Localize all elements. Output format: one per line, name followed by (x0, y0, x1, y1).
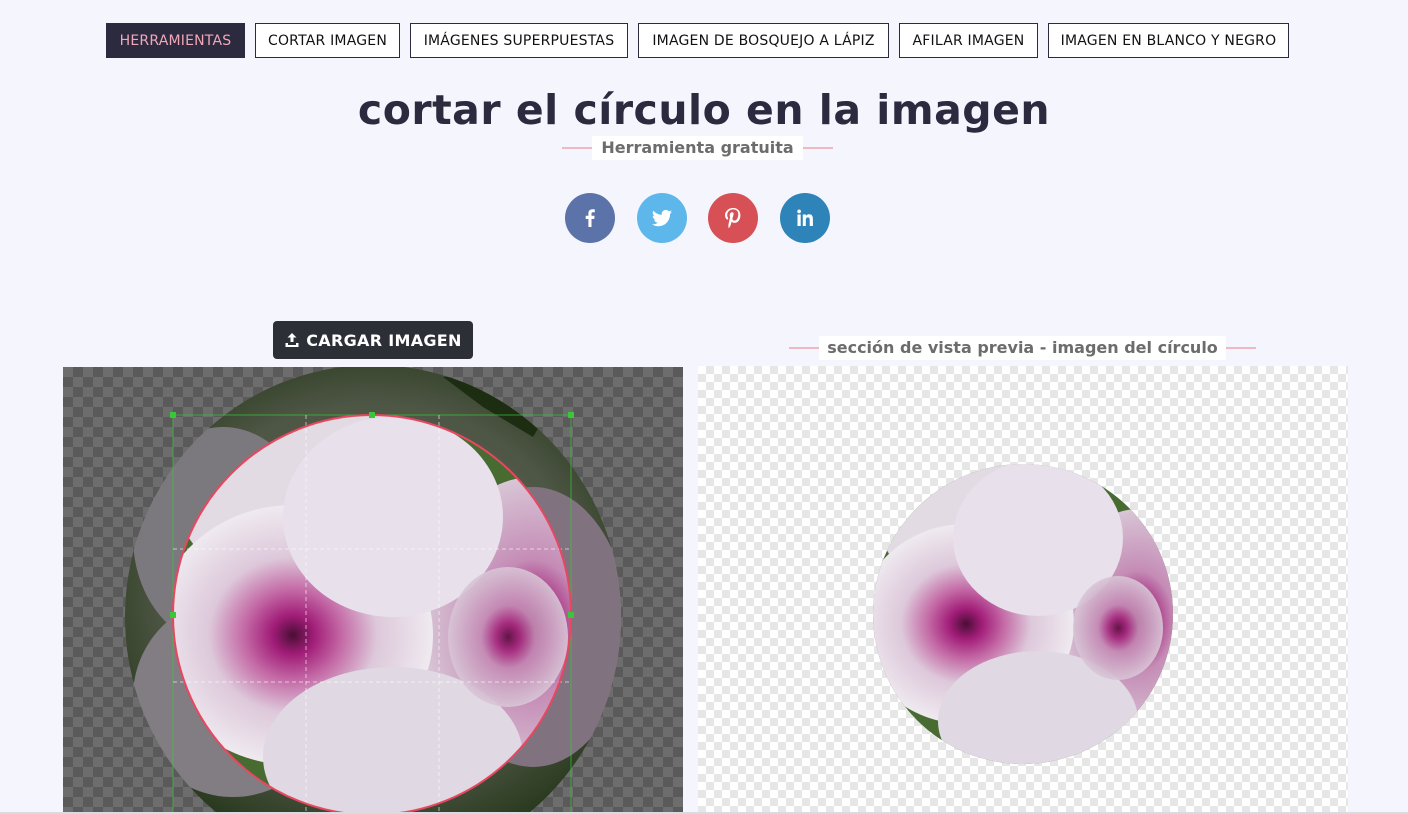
pinterest-share-button[interactable] (708, 193, 758, 243)
preview-heading: sección de vista previa - imagen del cír… (819, 336, 1226, 360)
preview-heading-group: sección de vista previa - imagen del cír… (789, 336, 1256, 360)
facebook-icon (585, 209, 595, 227)
crop-editor-canvas[interactable] (63, 367, 683, 814)
nav-bosquejo-lapiz[interactable]: IMAGEN DE BOSQUEJO A LÁPIZ (638, 23, 889, 58)
nav-imagenes-superpuestas[interactable]: IMÁGENES SUPERPUESTAS (410, 23, 628, 58)
facebook-share-button[interactable] (565, 193, 615, 243)
preview-panel (698, 366, 1348, 814)
nav-cortar-imagen[interactable]: CORTAR IMAGEN (255, 23, 400, 58)
twitter-share-button[interactable] (637, 193, 687, 243)
upload-button-label: CARGAR IMAGEN (306, 330, 462, 350)
page-subtitle: Herramienta gratuita (592, 136, 803, 160)
crop-handle-top[interactable] (369, 412, 375, 418)
top-nav: HERRAMIENTAS CORTAR IMAGEN IMÁGENES SUPE… (0, 23, 1408, 58)
linkedin-share-button[interactable] (780, 193, 830, 243)
crop-editor-svg (125, 367, 621, 814)
nav-herramientas[interactable]: HERRAMIENTAS (106, 23, 245, 58)
linkedin-icon (797, 209, 813, 226)
preview-circle-image (873, 464, 1173, 764)
nav-blanco-negro[interactable]: IMAGEN EN BLANCO Y NEGRO (1048, 23, 1289, 58)
crop-handle-left[interactable] (170, 612, 176, 618)
subtitle-group: Herramienta gratuita (562, 136, 833, 160)
page-title: cortar el círculo en la imagen (357, 86, 1051, 134)
preview-svg (873, 464, 1173, 764)
crop-handle-top-right[interactable] (568, 412, 574, 418)
nav-afilar-imagen[interactable]: AFILAR IMAGEN (899, 23, 1038, 58)
upload-icon (285, 333, 299, 347)
crop-handle-right[interactable] (568, 612, 574, 618)
upload-image-button[interactable]: CARGAR IMAGEN (273, 321, 473, 359)
twitter-icon (652, 209, 672, 227)
crop-handle-top-left[interactable] (170, 412, 176, 418)
pinterest-icon (725, 208, 741, 229)
